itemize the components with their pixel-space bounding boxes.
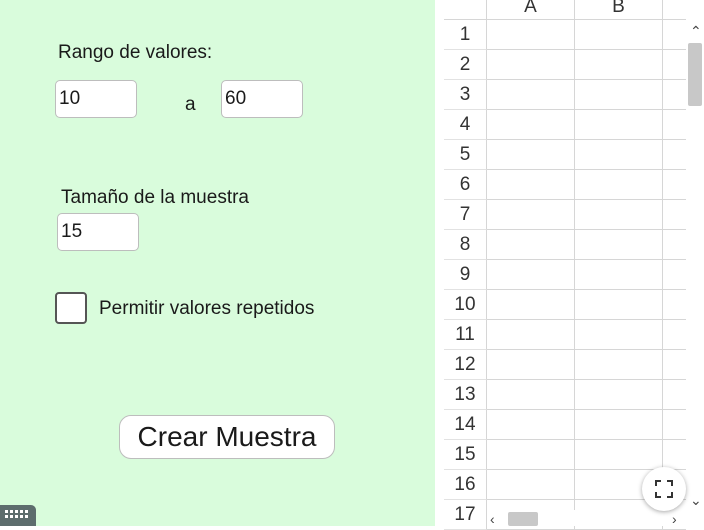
table-cell[interactable] [487,290,575,320]
table-cell[interactable] [487,320,575,350]
table-cell[interactable] [575,380,663,410]
table-cell[interactable] [487,80,575,110]
row-header[interactable]: 14 [444,410,487,440]
row-header[interactable]: 8 [444,230,487,260]
fullscreen-button[interactable] [642,467,686,511]
table-cell[interactable] [487,230,575,260]
table-cell[interactable] [663,230,686,260]
row-header[interactable]: 7 [444,200,487,230]
table-cell[interactable] [575,230,663,260]
row-header[interactable]: 9 [444,260,487,290]
table-cell[interactable] [575,410,663,440]
table-cell[interactable] [663,110,686,140]
table-cell[interactable] [487,140,575,170]
keyboard-icon[interactable] [0,505,36,526]
table-cell[interactable] [575,260,663,290]
row-header[interactable]: 6 [444,170,487,200]
table-cell[interactable] [487,470,575,500]
create-sample-button[interactable]: Crear Muestra [119,415,335,459]
row-header[interactable]: 13 [444,380,487,410]
row-header[interactable]: 10 [444,290,487,320]
table-cell[interactable] [663,200,686,230]
row-header[interactable]: 5 [444,140,487,170]
table-cell[interactable] [575,50,663,80]
table-cell[interactable] [487,410,575,440]
column-header-b[interactable]: B [575,0,663,20]
table-cell[interactable] [663,20,686,50]
table-cell[interactable] [663,170,686,200]
table-cell[interactable] [487,200,575,230]
table-cell[interactable] [663,50,686,80]
table-cell[interactable] [663,140,686,170]
allow-repeats-checkbox[interactable] [55,292,87,324]
column-header-c[interactable] [663,0,686,20]
range-max-input[interactable] [221,80,303,118]
table-cell[interactable] [663,410,686,440]
table-cell[interactable] [575,80,663,110]
table-cell[interactable] [663,260,686,290]
row-header[interactable]: 1 [444,20,487,50]
table-cell[interactable] [487,170,575,200]
table-cell[interactable] [575,200,663,230]
row-header[interactable]: 16 [444,470,487,500]
column-header-a[interactable]: A [487,0,575,20]
scroll-down-icon[interactable]: ⌄ [690,493,702,507]
table-cell[interactable] [663,440,686,470]
table-cell[interactable] [487,20,575,50]
scroll-left-icon[interactable]: ‹ [490,512,495,526]
vertical-scroll-thumb[interactable] [688,43,702,106]
scroll-up-icon[interactable]: ⌃ [690,24,702,38]
sample-size-input[interactable] [57,213,139,251]
table-cell[interactable] [487,350,575,380]
row-header[interactable]: 12 [444,350,487,380]
table-cell[interactable] [487,440,575,470]
range-separator: a [185,94,196,115]
table-cell[interactable] [663,320,686,350]
range-label: Rango de valores: [58,42,213,63]
table-cell[interactable] [487,380,575,410]
table-cell[interactable] [575,140,663,170]
fullscreen-icon [655,480,673,498]
row-header[interactable]: 15 [444,440,487,470]
sample-size-label: Tamaño de la muestra [61,187,249,208]
table-cell[interactable] [663,380,686,410]
row-header[interactable]: 3 [444,80,487,110]
row-header[interactable]: 2 [444,50,487,80]
table-cell[interactable] [487,260,575,290]
table-cell[interactable] [663,80,686,110]
table-cell[interactable] [487,110,575,140]
table-cell[interactable] [575,110,663,140]
table-cell[interactable] [487,50,575,80]
range-min-input[interactable] [55,80,137,118]
scroll-right-icon[interactable]: › [672,512,677,526]
control-panel: Rango de valores: a Tamaño de la muestra… [0,0,435,526]
table-cell[interactable] [575,320,663,350]
sheet-corner[interactable] [444,0,487,20]
table-cell[interactable] [663,290,686,320]
table-cell[interactable] [575,170,663,200]
table-cell[interactable] [575,440,663,470]
spreadsheet: A B 1 2 3 4 5 6 7 8 9 10 11 12 13 14 15 16 17 [444,0,704,530]
table-cell[interactable] [575,290,663,320]
table-cell[interactable] [575,20,663,50]
row-header[interactable]: 11 [444,320,487,350]
row-header[interactable]: 4 [444,110,487,140]
horizontal-scroll-thumb[interactable] [508,512,538,526]
allow-repeats-label[interactable]: Permitir valores repetidos [99,298,314,320]
table-cell[interactable] [663,350,686,380]
table-cell[interactable] [575,350,663,380]
